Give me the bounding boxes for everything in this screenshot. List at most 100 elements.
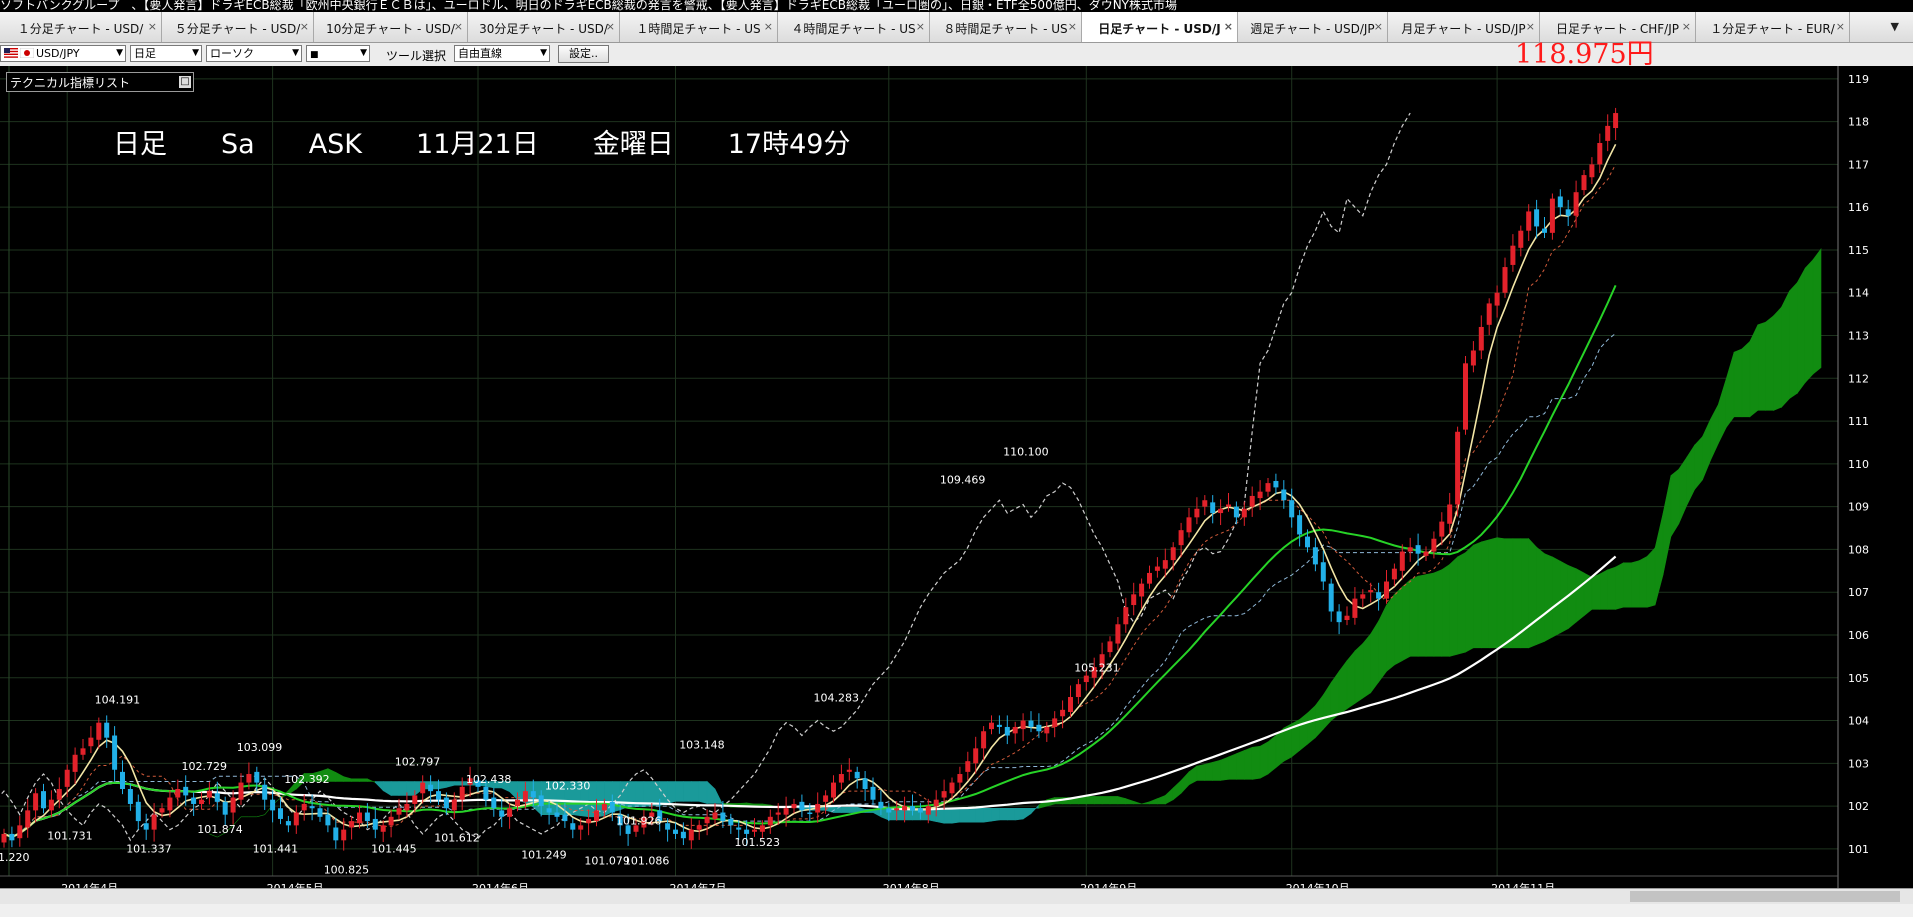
price-annotation: 105.231 <box>1074 662 1120 675</box>
candle-body <box>823 795 829 802</box>
close-icon[interactable]: × <box>1374 20 1383 33</box>
ichimoku-cloud-segment <box>1757 321 1766 411</box>
candle-body <box>199 799 204 804</box>
candle-body <box>759 825 765 832</box>
candle-body <box>609 801 615 813</box>
y-tick-label: 101 <box>1848 843 1869 856</box>
close-icon[interactable]: × <box>764 20 773 33</box>
technical-indicator-panel[interactable]: テクニカル指標リスト □ <box>6 72 194 92</box>
price-annotation: 102.438 <box>466 773 512 786</box>
ichimoku-cloud-segment <box>1267 734 1277 775</box>
info-side: ASK <box>308 129 363 160</box>
close-icon[interactable]: × <box>606 20 615 33</box>
tab-chart-8[interactable]: 週足チャート - USD/JP × <box>1238 12 1388 42</box>
candlestick-chart[interactable]: 101 102 103 104 105 106 107 108 109 110 111 112 113 1… <box>0 66 1913 888</box>
close-icon[interactable]: × <box>300 20 309 33</box>
info-time: 17時49分 <box>727 129 851 160</box>
panel-toggle-icon[interactable]: □ <box>179 76 191 88</box>
tab-chart-7[interactable]: 日足チャート - USD/J × <box>1082 12 1238 42</box>
ichimoku-cloud-segment <box>1797 267 1806 395</box>
y-tick-label: 111 <box>1848 415 1869 428</box>
candle-body <box>1186 517 1192 533</box>
timeframe-select[interactable]: 日足 ▼ <box>130 45 202 62</box>
tab-label: １分足チャート - EUR/ <box>1710 22 1835 36</box>
tab-chart-2[interactable]: 10分足チャート - USD/× <box>314 12 468 42</box>
ichimoku-cloud-segment <box>959 807 969 823</box>
ichimoku-cloud-segment <box>1022 807 1032 820</box>
tab-chart-3[interactable]: 30分足チャート - USD/× <box>468 12 620 42</box>
ma-5-line <box>3 143 1617 838</box>
candle-body <box>301 803 307 811</box>
candle-body <box>1068 697 1073 712</box>
candle-body <box>799 801 805 811</box>
candle-body <box>428 784 434 792</box>
candle-body <box>262 784 268 800</box>
ichimoku-cloud-segment <box>1086 796 1095 805</box>
tab-chart-6[interactable]: ８時間足チャート - US × <box>930 12 1082 42</box>
ichimoku-cloud-segment <box>1670 468 1680 538</box>
candle-body <box>380 825 386 832</box>
currency-pair-select[interactable]: USD/JPY ▼ <box>0 45 126 62</box>
close-icon[interactable]: × <box>454 20 463 33</box>
ichimoku-cloud-segment <box>1781 291 1790 408</box>
chart-horizontal-scrollbar[interactable] <box>0 888 1913 905</box>
close-icon[interactable]: × <box>1224 20 1233 33</box>
status-bar <box>0 904 1913 917</box>
ichimoku-cloud-segment <box>1623 562 1632 608</box>
close-icon[interactable]: × <box>148 20 157 33</box>
indicator-list-label: テクニカル指標リスト <box>10 76 131 90</box>
candle-body <box>491 797 497 809</box>
tab-chart-11[interactable]: １分足チャート - EUR/× <box>1696 12 1850 42</box>
ichimoku-cloud-segment <box>1378 604 1387 683</box>
ichimoku-cloud-segment <box>1093 796 1103 805</box>
candle-body <box>1581 175 1587 191</box>
candle-body <box>254 771 260 783</box>
tab-label: ８時間足チャート - US <box>943 22 1068 36</box>
ichimoku-cloud-segment <box>1639 555 1648 608</box>
ichimoku-cloud-segment <box>1646 547 1656 608</box>
candle-body <box>293 812 299 826</box>
ichimoku-cloud-segment <box>1504 538 1514 649</box>
candle-body <box>1407 547 1413 552</box>
chart-style-label: ローソク <box>210 47 254 60</box>
ichimoku-cloud-segment <box>1006 807 1016 821</box>
close-icon[interactable]: × <box>1836 20 1845 33</box>
y-tick-label: 117 <box>1848 158 1869 171</box>
close-icon[interactable]: × <box>1068 20 1077 33</box>
candle-body <box>1336 611 1342 623</box>
tab-chart-5[interactable]: ４時間足チャート - US × <box>778 12 930 42</box>
x-tick-label: 2014年6月 <box>472 881 529 888</box>
candle-body <box>33 793 39 811</box>
candle-body <box>1241 508 1247 518</box>
chart-style-select[interactable]: ローソク ▼ <box>206 45 302 62</box>
tab-chart-0[interactable]: １分足チャート - USD/ × <box>0 12 162 42</box>
tab-chart-4[interactable]: １時間足チャート - US × <box>620 12 778 42</box>
candle-body <box>1605 125 1611 141</box>
candle-body <box>1004 726 1010 736</box>
y-tick-label: 109 <box>1848 501 1869 514</box>
candle-body <box>135 801 141 822</box>
scrollbar-thumb[interactable] <box>1630 891 1900 902</box>
ichimoku-cloud-segment <box>1615 562 1624 610</box>
candle-body <box>680 831 686 839</box>
close-icon[interactable]: × <box>916 20 925 33</box>
info-sa: Sa <box>221 129 255 160</box>
ichimoku-cloud-segment <box>1323 681 1332 730</box>
news-ticker: ソフトバンクグループ 、【要人発言】ドラギECB総裁「欧州中央銀行ＥＣＢは」、ユ… <box>0 0 1913 12</box>
candle-body <box>854 771 860 779</box>
tab-chart-1[interactable]: ５分足チャート - USD/× <box>162 12 314 42</box>
candle-body <box>775 812 781 815</box>
close-icon[interactable]: × <box>1682 20 1691 33</box>
candle-body <box>688 829 694 841</box>
line-style-select[interactable]: ■ ▼ <box>306 45 370 62</box>
ichimoku-cloud-segment <box>446 781 455 788</box>
ichimoku-cloud-segment <box>1433 569 1443 657</box>
settings-button[interactable]: 設定.. <box>558 45 609 63</box>
ichimoku-cloud-segment <box>390 781 400 796</box>
ichimoku-cloud-segment <box>896 809 905 821</box>
candle-body <box>404 803 410 811</box>
chevron-down-icon: ▼ <box>192 48 199 58</box>
drawing-tool-select[interactable]: 自由直線 ▼ <box>454 45 550 62</box>
price-annotation: 102.330 <box>545 779 591 792</box>
tab-menu-icon[interactable]: ▼ <box>1891 20 1899 33</box>
